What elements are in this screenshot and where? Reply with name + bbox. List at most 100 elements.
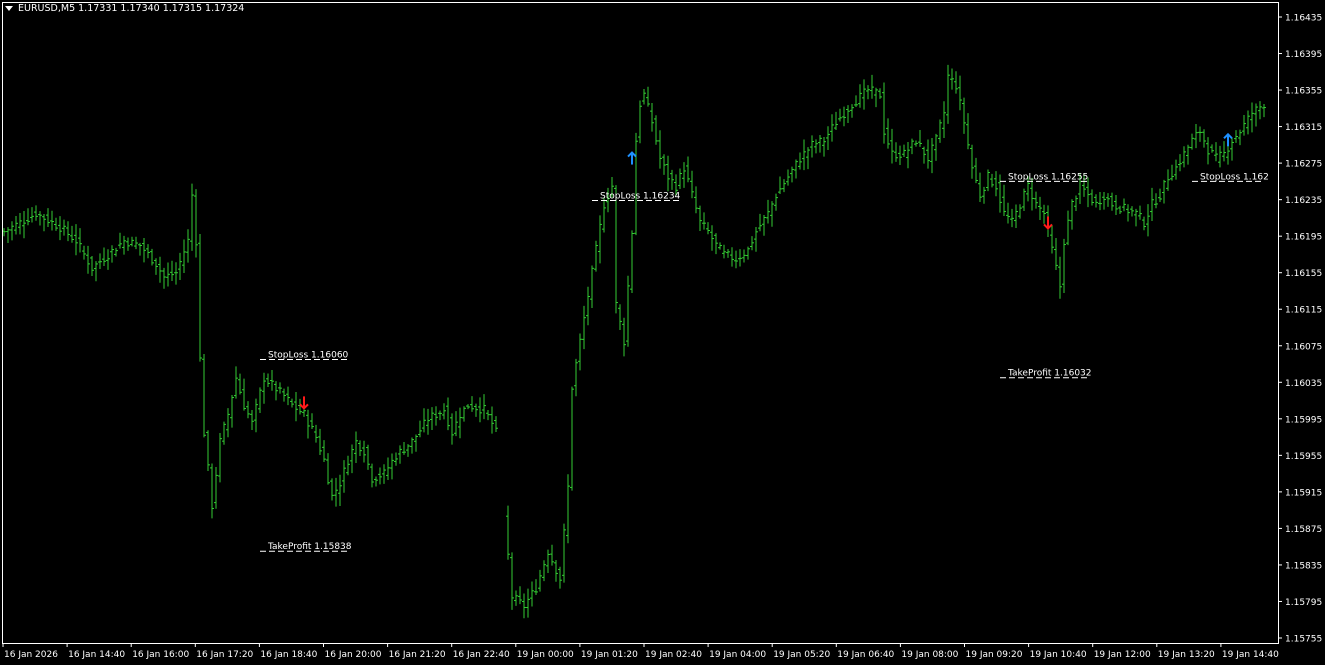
ohlc-bar bbox=[162, 267, 166, 289]
chart-frame bbox=[2, 2, 1279, 644]
ohlc-bar bbox=[1090, 189, 1094, 206]
trade-level-label: StopLoss 1.162 bbox=[1200, 172, 1269, 182]
ohlc-bar bbox=[1194, 123, 1198, 149]
ohlc-bar bbox=[1050, 224, 1054, 254]
ohlc-bar bbox=[214, 467, 218, 509]
ohlc-bar bbox=[978, 172, 982, 203]
ohlc-bar bbox=[1114, 194, 1118, 215]
sell-arrow-icon bbox=[1043, 216, 1053, 230]
ohlc-bar bbox=[462, 406, 466, 422]
trade-level: StopLoss 1.162 bbox=[1192, 172, 1269, 182]
ohlc-bar bbox=[870, 74, 874, 99]
price-tick-label: 1.16075 bbox=[1285, 342, 1322, 352]
ohlc-bar bbox=[874, 87, 878, 108]
ohlc-bar bbox=[434, 406, 438, 426]
price-tick-label: 1.15995 bbox=[1285, 415, 1322, 425]
ohlc-bar bbox=[234, 366, 238, 399]
ohlc-bar bbox=[426, 408, 430, 435]
trade-level-label: TakeProfit 1.15838 bbox=[267, 542, 352, 552]
ohlc-bar bbox=[1158, 188, 1162, 202]
price-tick: 1.16435 bbox=[1278, 14, 1322, 24]
ohlc-bar bbox=[22, 211, 26, 239]
price-tick-label: 1.16395 bbox=[1285, 50, 1322, 60]
symbol-header: EURUSD,M5 1.17331 1.17340 1.17315 1.1732… bbox=[5, 3, 244, 14]
ohlc-bar bbox=[1218, 145, 1222, 168]
ohlc-bar bbox=[318, 428, 322, 456]
ohlc-bar bbox=[98, 253, 102, 269]
ohlc-bar bbox=[1246, 110, 1250, 135]
ohlc-bar bbox=[770, 201, 774, 227]
ohlc-bar bbox=[626, 275, 630, 347]
price-tick: 1.16275 bbox=[1278, 160, 1322, 170]
ohlc-bar bbox=[970, 144, 974, 179]
ohlc-bar bbox=[1094, 194, 1098, 208]
ohlc-bar bbox=[1258, 101, 1262, 120]
ohlc-bar bbox=[422, 408, 426, 433]
ohlc-bar bbox=[1122, 198, 1126, 212]
ohlc-bar bbox=[278, 382, 282, 394]
ohlc-bar bbox=[430, 407, 434, 430]
ohlc-bar bbox=[650, 102, 654, 132]
price-tick-label: 1.16035 bbox=[1285, 379, 1322, 389]
ohlc-bar bbox=[182, 239, 186, 274]
ohlc-bar bbox=[10, 221, 14, 241]
ohlc-bar bbox=[922, 146, 926, 164]
ohlc-bar bbox=[946, 64, 950, 124]
ohlc-bar bbox=[1206, 137, 1210, 165]
ohlc-bar bbox=[230, 395, 234, 428]
ohlc-bar bbox=[130, 236, 134, 247]
ohlc-bar bbox=[722, 244, 726, 259]
price-tick: 1.16075 bbox=[1278, 342, 1322, 352]
ohlc-bar bbox=[306, 409, 310, 439]
ohlc-bar bbox=[170, 260, 174, 281]
ohlc-bar bbox=[510, 552, 514, 610]
price-tick-label: 1.15875 bbox=[1285, 525, 1322, 535]
time-tick-label: 19 Jan 12:00 bbox=[1094, 650, 1151, 660]
ohlc-bar bbox=[1142, 216, 1146, 231]
price-chart[interactable]: StopLoss 1.16060 TakeProfit 1.15838 StopLo… bbox=[0, 0, 1325, 665]
time-tick-label: 16 Jan 14:40 bbox=[68, 650, 125, 660]
collapse-triangle-icon[interactable] bbox=[5, 6, 13, 11]
ohlc-bar bbox=[866, 85, 870, 100]
ohlc-bar bbox=[94, 261, 98, 282]
chart-window[interactable]: StopLoss 1.16060 TakeProfit 1.15838 StopLo… bbox=[0, 0, 1325, 665]
price-axis[interactable]: 1.16435 1.16395 1.16355 1.16315 1.16275 1.162… bbox=[1278, 14, 1322, 645]
ohlc-bar bbox=[718, 242, 722, 250]
ohlc-bar bbox=[1062, 238, 1066, 293]
ohlc-bar bbox=[822, 137, 826, 157]
ohlc-bar bbox=[354, 431, 358, 463]
ohlc-bar bbox=[106, 249, 110, 270]
time-tick-label: 16 Jan 18:40 bbox=[260, 650, 317, 660]
price-tick-label: 1.16235 bbox=[1285, 196, 1322, 206]
time-tick-label: 19 Jan 06:40 bbox=[837, 650, 894, 660]
ohlc-bar bbox=[1118, 205, 1122, 214]
ohlc-bar bbox=[450, 413, 454, 445]
ohlc-bar bbox=[1146, 204, 1150, 237]
time-tick-label: 19 Jan 01:20 bbox=[581, 650, 638, 660]
ohlc-bar bbox=[418, 420, 422, 438]
ohlc-bar bbox=[314, 424, 318, 443]
ohlc-bar bbox=[122, 235, 126, 255]
ohlc-bar bbox=[786, 169, 790, 186]
ohlc-bar bbox=[26, 208, 30, 226]
ohlc-bar bbox=[914, 140, 918, 147]
ohlc-bar bbox=[802, 139, 806, 171]
ohlc-bar bbox=[746, 246, 750, 260]
time-tick: 19 Jan 10:40 bbox=[1028, 643, 1087, 660]
time-tick-label: 19 Jan 00:00 bbox=[517, 650, 574, 660]
ohlc-bar bbox=[698, 205, 702, 231]
ohlc-bar bbox=[346, 455, 350, 476]
trade-level: StopLoss 1.16255 bbox=[1000, 172, 1088, 182]
time-axis[interactable]: 16 Jan 2026 16 Jan 14:40 16 Jan 16:00 16 Ja… bbox=[2, 643, 1279, 660]
ohlc-bar bbox=[1130, 206, 1134, 217]
signal-arrows-layer bbox=[299, 132, 1233, 410]
ohlc-bar bbox=[534, 579, 538, 596]
ohlc-bars-layer bbox=[2, 64, 1266, 619]
ohlc-bar bbox=[1002, 184, 1006, 217]
ohlc-bar bbox=[1254, 103, 1258, 127]
ohlc-bar bbox=[194, 189, 198, 258]
ohlc-bar bbox=[198, 234, 202, 362]
ohlc-bar bbox=[734, 250, 738, 269]
time-tick: 16 Jan 21:20 bbox=[387, 643, 446, 660]
ohlc-bar bbox=[334, 477, 338, 507]
